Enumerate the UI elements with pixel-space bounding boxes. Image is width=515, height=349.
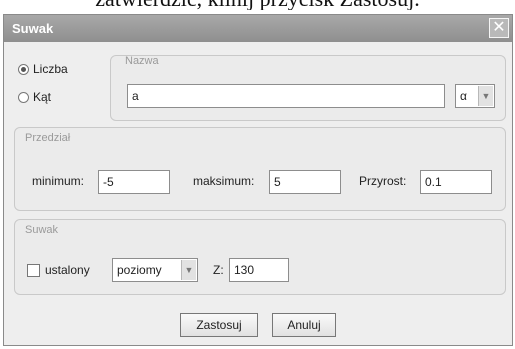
radio-angle-indicator[interactable] bbox=[18, 91, 29, 103]
max-label: maksimum: bbox=[193, 174, 255, 188]
symbol-select-value: α bbox=[460, 89, 467, 103]
width-input[interactable]: 130 bbox=[229, 258, 289, 282]
dialog-title: Suwak bbox=[12, 21, 54, 36]
step-input[interactable]: 0.1 bbox=[420, 170, 492, 194]
fixed-label: ustalony bbox=[45, 263, 90, 277]
apply-button[interactable]: Zastosuj bbox=[180, 313, 258, 337]
chevron-down-icon[interactable]: ▼ bbox=[181, 260, 196, 280]
interval-panel: Przedział minimum: -5 maksimum: 5 Przyro… bbox=[14, 127, 506, 211]
cancel-button[interactable]: Anuluj bbox=[272, 313, 336, 337]
orientation-select[interactable]: poziomy ▼ bbox=[112, 258, 198, 282]
name-caption: Nazwa bbox=[125, 55, 159, 67]
slider-dialog: Suwak ✕ Liczba Kąt Nazwa a α ▼ Przedział… bbox=[3, 14, 513, 346]
orientation-select-value: poziomy bbox=[117, 263, 162, 277]
name-panel: Nazwa a α ▼ bbox=[110, 55, 506, 121]
background-page-text: zatwierdzić, klinij przycisk Zastosuj. bbox=[0, 0, 515, 10]
radio-number[interactable]: Liczba bbox=[18, 62, 68, 76]
radio-angle[interactable]: Kąt bbox=[18, 90, 51, 104]
symbol-select[interactable]: α ▼ bbox=[455, 84, 495, 108]
min-label: minimum: bbox=[32, 174, 85, 188]
name-input[interactable]: a bbox=[127, 84, 445, 108]
slider-panel: Suwak ustalony poziomy ▼ Z: 130 bbox=[14, 219, 506, 295]
max-input[interactable]: 5 bbox=[269, 170, 341, 194]
radio-angle-label: Kąt bbox=[33, 90, 52, 104]
radio-number-indicator[interactable] bbox=[18, 63, 29, 75]
fixed-checkbox[interactable] bbox=[27, 264, 40, 277]
chevron-down-icon[interactable]: ▼ bbox=[478, 86, 493, 106]
slider-caption: Suwak bbox=[25, 224, 59, 236]
radio-number-label: Liczba bbox=[33, 62, 68, 76]
title-bar[interactable]: Suwak ✕ bbox=[4, 15, 512, 42]
width-label: Z: bbox=[213, 263, 224, 277]
step-label: Przyrost: bbox=[359, 174, 407, 188]
min-input[interactable]: -5 bbox=[98, 170, 170, 194]
close-icon[interactable]: ✕ bbox=[489, 18, 509, 38]
interval-caption: Przedział bbox=[25, 132, 71, 144]
